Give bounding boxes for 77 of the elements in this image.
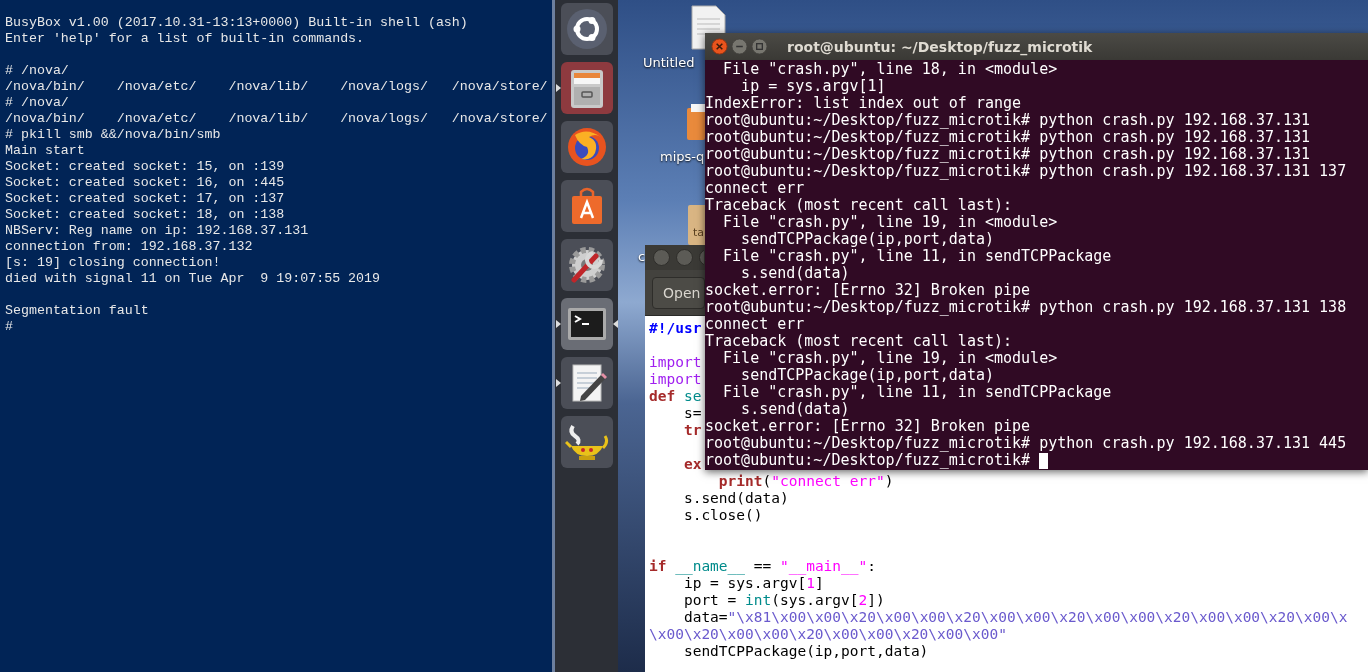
terminal-line: File "crash.py", line 11, in sendTCPPackage [722, 248, 1112, 265]
code-line: import [649, 354, 702, 371]
terminal-line: # [5, 319, 13, 334]
code-line: def se [649, 388, 702, 405]
desktop-icon-label[interactable]: Untitled [643, 55, 695, 70]
terminal-line: s.send(data) [740, 265, 850, 282]
browser-icon [565, 125, 609, 169]
code-line: \x00\x20\x00\x00\x20\x00\x00\x20\x00\x00" [649, 626, 1007, 643]
terminal-line: ip = sys.argv[1] [740, 78, 886, 95]
launcher-item[interactable] [561, 357, 613, 409]
launcher-item[interactable] [561, 3, 613, 55]
code-line: sendTCPPackage(ip,port,data) [682, 643, 929, 660]
code-line: s.close() [682, 507, 763, 524]
terminal-line: sendTCPPackage(ip,port,data) [740, 367, 994, 384]
terminal-line: File "crash.py", line 11, in sendTCPPackage [722, 384, 1112, 401]
minimize-button[interactable] [731, 38, 748, 55]
terminal-line: socket.error: [Errno 32] Broken pipe [705, 418, 1031, 435]
launcher-item[interactable] [561, 180, 613, 232]
terminal-line: # pkill smb &&/nova/bin/smb [5, 127, 221, 142]
terminal-line: Socket: created socket: 15, on :139 [5, 159, 285, 174]
terminal-line: socket.error: [Errno 32] Broken pipe [705, 282, 1031, 299]
terminal-line: Socket: created socket: 18, on :138 [5, 207, 285, 222]
terminal-line: # /nova/ [5, 95, 69, 110]
terminal-line: sendTCPPackage(ip,port,data) [740, 231, 994, 248]
terminal-line: [s: 19] closing connection! [5, 255, 221, 270]
archive-icon: ta [688, 205, 705, 245]
launcher-item[interactable] [561, 239, 613, 291]
terminal-line: /nova/bin/ /nova/etc/ /nova/lib/ /nova/logs/ /nova/store/ [5, 111, 548, 126]
terminal-line: connect err [705, 316, 805, 333]
close-button[interactable] [711, 38, 728, 55]
terminal-line: Segmentation fault [5, 303, 149, 318]
terminal-line: Main start [5, 143, 85, 158]
code-line: #!/usr [649, 320, 702, 337]
terminal-line: File "crash.py", line 19, in <module> [722, 350, 1058, 367]
launcher-item[interactable] [561, 298, 613, 350]
launcher-item[interactable] [561, 416, 613, 468]
terminal-line: Socket: created socket: 16, on :445 [5, 175, 285, 190]
terminal-line: File "crash.py", line 18, in <module> [722, 61, 1058, 78]
terminal-line: root@ubuntu:~/Desktop/fuzz_microtik# python crash.py 192.168.37.131 445 [705, 435, 1347, 452]
terminal-line: root@ubuntu:~/Desktop/fuzz_microtik# python crash.py 192.168.37.131 [705, 129, 1311, 146]
terminal-line: Socket: created socket: 17, on :137 [5, 191, 285, 206]
terminal-line: Traceback (most recent call last): [705, 333, 1013, 350]
code-line: s.send(data) [682, 490, 789, 507]
desktop-icon-label[interactable]: mips-q [660, 149, 705, 164]
code-line: port = int(sys.argv[2]) [682, 592, 885, 609]
maximize-button[interactable] [751, 38, 768, 55]
terminal-line: Enter 'help' for a list of built-in commands. [5, 31, 365, 46]
terminal-line: connect err [705, 180, 805, 197]
terminal-line: root@ubuntu:~/Desktop/fuzz_microtik# python crash.py 192.168.37.131 137 [705, 163, 1347, 180]
terminal-line: Traceback (most recent call last): [705, 197, 1013, 214]
code-line: import [649, 371, 702, 388]
terminal-line: root@ubuntu:~/Desktop/fuzz_microtik# python crash.py 192.168.37.131 [705, 112, 1311, 129]
terminal-line: s.send(data) [740, 401, 850, 418]
terminal-line: died with signal 11 on Tue Apr 9 19:07:55 2019 [5, 271, 381, 286]
code-line: if __name__ == "__main__": [649, 558, 876, 575]
ubuntu-logo-icon [565, 7, 609, 51]
window-title: root@ubuntu: ~/Desktop/fuzz_microtik [787, 38, 1093, 55]
terminal-line: root@ubuntu:~/Desktop/fuzz_microtik# python crash.py 192.168.37.131 [705, 146, 1311, 163]
terminal-line: NBServ: Reg name on ip: 192.168.37.131 [5, 223, 309, 238]
folder-icon [687, 104, 705, 140]
terminal-line: root@ubuntu:~/Desktop/fuzz_microtik# [705, 452, 1032, 469]
terminal-line: root@ubuntu:~/Desktop/fuzz_microtik# python crash.py 192.168.37.131 138 [705, 299, 1347, 316]
code-line: ex [682, 456, 702, 473]
code-line: print("connect err") [717, 473, 894, 490]
code-line: tr [682, 422, 702, 439]
terminal-line: File "crash.py", line 19, in <module> [722, 214, 1058, 231]
terminal-line: connection from: 192.168.37.132 [5, 239, 253, 254]
terminal-line: IndexError: list index out of range [705, 95, 1022, 112]
terminal-line: # /nova/ [5, 63, 69, 78]
open-button[interactable]: Open [652, 276, 705, 309]
code-line: ip = sys.argv[1] [682, 575, 824, 592]
code-line: s= [682, 405, 702, 422]
code-line: data="\x81\x00\x00\x20\x00\x00\x20\x00\x00\x20\x00\x00\x20\x00\x00\x20\x00\x [682, 609, 1348, 626]
terminal-line: /nova/bin/ /nova/etc/ /nova/lib/ /nova/logs/ /nova/store/ [5, 79, 548, 94]
launcher-item[interactable] [561, 121, 613, 173]
terminal-line: BusyBox v1.00 (2017.10.31-13:13+0000) Built-in shell (ash) [5, 15, 468, 30]
launcher-item[interactable] [561, 62, 613, 114]
